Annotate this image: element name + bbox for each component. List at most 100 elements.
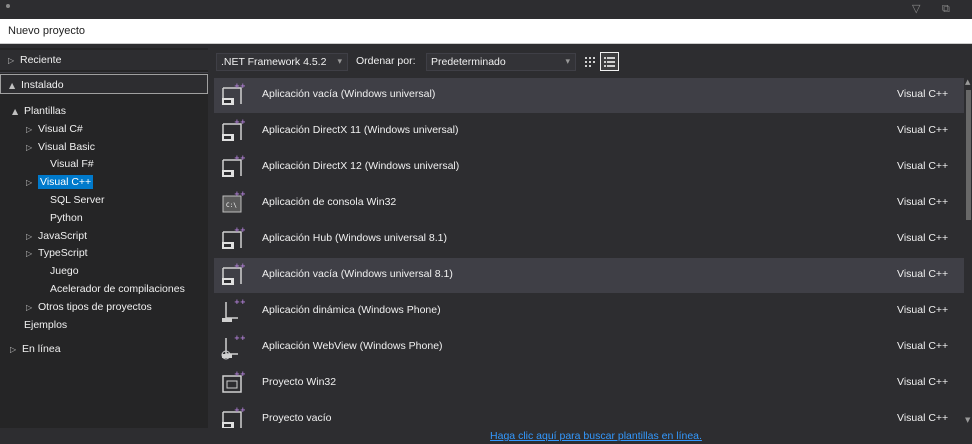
phone-app-icon: ++ [220,298,246,324]
template-language: Visual C++ [897,412,949,424]
sort-dropdown[interactable]: Predeterminado ▾ [426,53,576,71]
universal-app-icon: ++ [220,154,246,180]
template-row[interactable]: ++ Aplicación vacía (Windows universal 8.… [214,258,964,293]
expand-arrow-icon: ▷ [10,345,17,354]
restore-icon[interactable]: ⧉ [942,2,950,16]
list-view-button[interactable] [600,52,619,71]
svg-text:++: ++ [234,370,246,378]
hub-app-icon: ++ [220,226,246,252]
scroll-down-icon[interactable]: ▼ [965,416,970,424]
template-language: Visual C++ [897,376,949,388]
template-language: Visual C++ [897,268,949,280]
expand-arrow-icon: ▷ [26,142,33,152]
divider [0,72,208,73]
svg-text:++: ++ [234,190,246,198]
universal-app-icon: ++ [220,262,246,288]
phone-web-app-icon: ++ [220,334,246,360]
template-name: Aplicación Hub (Windows universal 8.1) [262,232,447,244]
window-icon [6,4,10,8]
template-row[interactable]: ++ Aplicación Hub (Windows universal 8.1)… [214,222,964,257]
template-name: Proyecto vacío [262,412,332,424]
svg-text:++: ++ [234,298,246,306]
scrollbar[interactable]: ▲ ▼ [964,78,972,428]
template-row[interactable]: ++ Aplicación DirectX 12 (Windows univers… [214,150,964,185]
expand-arrow-icon: ▷ [26,249,33,259]
template-name: Aplicación vacía (Windows universal) [262,88,436,100]
sidebar-item-python[interactable]: Python [38,209,83,227]
expand-arrow-icon: ▷ [26,302,33,312]
dialog-title-bar: Nuevo proyecto [0,19,972,44]
window-top-strip: ▽ ⧉ [0,0,972,19]
sidebar-item-sql-server[interactable]: SQL Server [38,191,104,209]
template-row[interactable]: ++ Aplicación dinámica (Windows Phone) Vis… [214,294,964,329]
template-name: Proyecto Win32 [262,376,337,388]
empty-project-icon: ++ [220,406,246,430]
svg-text:++: ++ [234,262,246,270]
sidebar-item-visual-c[interactable]: ▷ Visual C# [26,120,83,138]
small-icons-view-button[interactable] [580,52,599,71]
template-name: Aplicación de consola Win32 [262,196,397,208]
template-language: Visual C++ [897,124,949,136]
chevron-down-icon: ▾ [337,57,342,67]
template-row[interactable]: ++ Aplicación DirectX 11 (Windows univers… [214,114,964,149]
sidebar-item-visual-basic[interactable]: ▷ Visual Basic [26,138,95,156]
template-name: Aplicación DirectX 12 (Windows universal… [262,160,460,172]
sidebar-item-visual-f[interactable]: Visual F# [38,155,94,173]
template-row[interactable]: ++ Proyecto vacío Visual C++ [214,402,964,430]
expand-arrow-icon: ▷ [26,231,33,241]
expand-arrow-icon: ▷ [26,178,33,188]
sort-label: Ordenar por: [356,55,416,67]
svg-text:++: ++ [234,406,246,414]
footer: Haga clic aquí para buscar plantillas en… [0,428,972,444]
chevron-down-icon[interactable]: ▽ [912,2,920,15]
template-row[interactable]: ++ Aplicación WebView (Windows Phone) Visu… [214,330,964,365]
svg-text:++: ++ [234,334,246,342]
sidebar-item-online[interactable]: ▷ En línea [10,340,61,358]
expand-arrow-icon: ▷ [26,124,33,134]
template-name: Aplicación dinámica (Windows Phone) [262,304,441,316]
online-templates-link[interactable]: Haga clic aquí para buscar plantillas en… [490,430,702,442]
sidebar-item-plantillas[interactable]: ▲ Plantillas [12,102,66,120]
sidebar: ▷ Reciente ▲ Instalado ▲ Plantillas ▷ Visual … [0,48,208,428]
expand-arrow-icon: ▷ [8,56,15,65]
toolbar: .NET Framework 4.5.2 ▾ Ordenar por: Pred… [216,52,956,74]
console-app-icon: C:\ ++ [220,190,246,216]
template-language: Visual C++ [897,340,949,352]
scroll-up-icon[interactable]: ▲ [965,78,970,86]
sidebar-item-javascript[interactable]: ▷ JavaScript [26,227,87,245]
template-language: Visual C++ [897,160,949,172]
framework-dropdown[interactable]: .NET Framework 4.5.2 ▾ [216,53,348,71]
chevron-down-icon: ▾ [565,57,570,67]
sidebar-item-recent[interactable]: ▷ Reciente [0,50,208,70]
template-language: Visual C++ [897,232,949,244]
svg-text:++: ++ [234,226,246,234]
list-icon [604,57,615,67]
svg-text:C:\: C:\ [226,202,237,209]
sidebar-item-otros-tipos-de-proyectos[interactable]: ▷ Otros tipos de proyectos [26,298,152,316]
expand-arrow-icon: ▲ [12,107,19,116]
template-row[interactable]: C:\ ++ Aplicación de consola Win32 Visual C… [214,186,964,221]
universal-app-icon: ++ [220,118,246,144]
sidebar-item-visual-c[interactable]: ▷ Visual C++ [26,173,94,191]
svg-text:++: ++ [234,118,246,126]
svg-text:++: ++ [234,82,246,90]
grid-icon [585,57,595,67]
collapse-arrow-icon: ▲ [9,81,16,90]
svg-text:++: ++ [234,154,246,162]
template-language: Visual C++ [897,304,949,316]
template-row[interactable]: ++ Aplicación vacía (Windows universal) Vi… [214,78,964,113]
template-language: Visual C++ [897,196,949,208]
sidebar-item-installed[interactable]: ▲ Instalado [0,74,208,94]
win32-project-icon: ++ [220,370,246,396]
universal-app-icon: ++ [220,82,246,108]
sidebar-item-ejemplos[interactable]: Ejemplos [12,316,67,334]
template-row[interactable]: ++ Proyecto Win32 Visual C++ [214,366,964,401]
template-name: Aplicación DirectX 11 (Windows universal… [262,124,459,136]
template-name: Aplicación WebView (Windows Phone) [262,340,443,352]
template-name: Aplicación vacía (Windows universal 8.1) [262,268,453,280]
sidebar-item-typescript[interactable]: ▷ TypeScript [26,244,88,262]
scrollbar-thumb[interactable] [966,90,971,220]
sidebar-item-acelerador-de-compilaciones[interactable]: Acelerador de compilaciones [38,280,185,298]
sidebar-item-juego[interactable]: Juego [38,262,79,280]
dialog-title: Nuevo proyecto [8,25,86,37]
